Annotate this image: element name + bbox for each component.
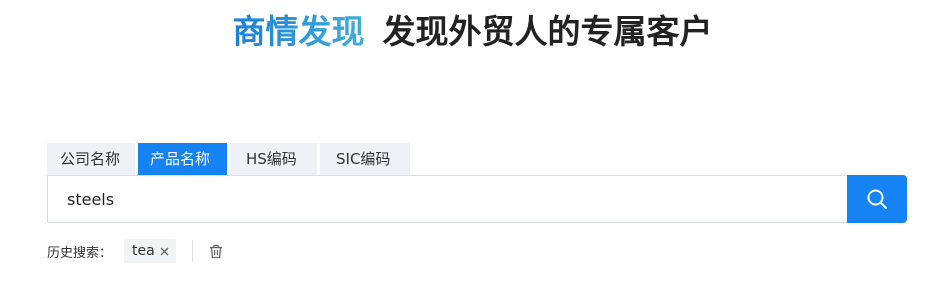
search-input[interactable] — [48, 176, 847, 222]
search-icon — [867, 189, 887, 209]
search-button[interactable] — [847, 175, 907, 223]
history-tag[interactable]: tea — [124, 239, 176, 263]
trash-icon[interactable] — [209, 244, 223, 259]
page-title: 商情发现 发现外贸人的专属客户 — [0, 8, 945, 56]
history-tag-text: tea — [132, 243, 155, 259]
search-box — [47, 175, 847, 223]
tab-product-name[interactable]: 产品名称 — [138, 143, 227, 175]
divider — [191, 240, 193, 262]
brand-title: 商情发现 — [232, 12, 365, 51]
history-label: 历史搜索： — [47, 245, 113, 261]
slogan-title: 发现外贸人的专属客户 — [382, 12, 713, 51]
tab-company-name[interactable]: 公司名称 — [47, 143, 135, 175]
close-icon[interactable] — [160, 247, 169, 256]
search-type-tabs: 公司名称 产品名称 HS编码 SIC编码 — [47, 143, 410, 175]
tab-sic-code[interactable]: SIC编码 — [320, 143, 410, 175]
tab-hs-code[interactable]: HS编码 — [230, 143, 317, 175]
search-history: 历史搜索： tea — [47, 239, 223, 263]
